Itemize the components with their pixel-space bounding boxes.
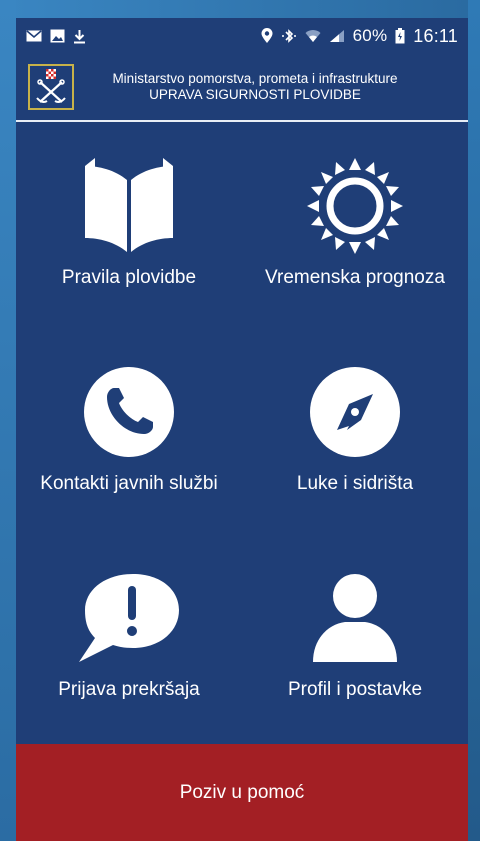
emergency-call-button[interactable]: Poziv u pomoć (16, 744, 468, 841)
app-header: Ministarstvo pomorstva, prometa i infras… (16, 54, 468, 122)
ministry-logo (28, 64, 74, 110)
tile-label: Kontakti javnih službi (40, 473, 218, 494)
user-icon (242, 568, 468, 668)
app-screen: 60% 16:11 Ministarstvo pomorstva, promet… (16, 18, 468, 841)
status-bar: 60% 16:11 (16, 18, 468, 54)
location-icon (261, 28, 273, 44)
tile-profil-i-postavke[interactable]: Profil i postavke (242, 536, 468, 742)
tile-vremenska-prognoza[interactable]: Vremenska prognoza (242, 124, 468, 330)
tile-label: Luke i sidrišta (296, 473, 414, 494)
compass-icon (242, 362, 468, 462)
tile-label: Prijava prekršaja (58, 679, 200, 700)
battery-icon (395, 28, 405, 44)
wifi-icon (305, 29, 321, 43)
status-left (26, 29, 86, 44)
header-line-1: Ministarstvo pomorstva, prometa i infras… (112, 71, 398, 86)
header-line-2: UPRAVA SIGURNOSTI PLOVIDBE (149, 87, 361, 102)
book-icon (16, 156, 242, 256)
sun-icon (242, 156, 468, 256)
bluetooth-icon (281, 28, 297, 44)
header-title: Ministarstvo pomorstva, prometa i infras… (74, 71, 456, 103)
tile-label: Pravila plovidbe (61, 267, 197, 288)
clock: 16:11 (413, 25, 458, 46)
tile-kontakti-javnih-sluzbi[interactable]: Kontakti javnih službi (16, 330, 242, 536)
download-icon (73, 29, 86, 44)
alert-bubble-icon (16, 568, 242, 668)
window-frame-top (0, 0, 480, 18)
tile-luke-i-sidrista[interactable]: Luke i sidrišta (242, 330, 468, 536)
tile-prijava-prekrsaja[interactable]: Prijava prekršaja (16, 536, 242, 742)
phone-icon (16, 362, 242, 462)
image-icon (50, 29, 65, 43)
tile-pravila-plovidbe[interactable]: Pravila plovidbe (16, 124, 242, 330)
battery-percent: 60% (352, 26, 388, 45)
status-right: 60% 16:11 (261, 26, 458, 47)
tile-label: Profil i postavke (287, 679, 423, 700)
mail-icon (26, 30, 42, 42)
tile-label: Vremenska prognoza (265, 267, 445, 288)
emergency-call-label: Poziv u pomoć (179, 781, 305, 803)
window-frame-right (468, 0, 480, 841)
window-frame-left (0, 0, 16, 841)
signal-icon (329, 29, 345, 43)
menu-grid: Pravila plovidbe Vremenska prognoza Kont… (16, 124, 468, 744)
